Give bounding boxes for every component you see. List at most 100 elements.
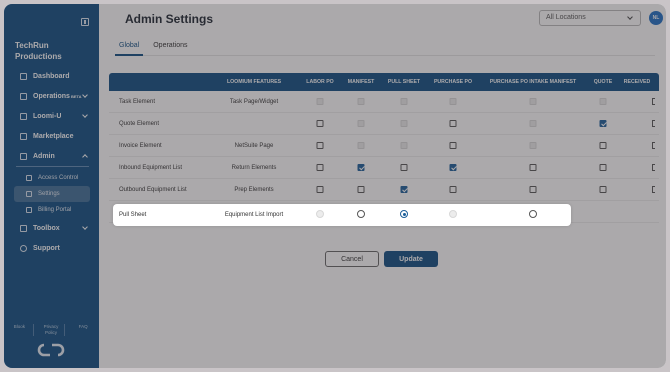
- brand-name: TechRun Productions: [15, 41, 62, 61]
- operations-icon: [20, 92, 27, 100]
- tab-operations[interactable]: Operations: [149, 42, 191, 56]
- row-feature: Prep Elements: [234, 187, 274, 193]
- quote-checkbox[interactable]: [599, 142, 607, 149]
- purchase-po-checkbox: [449, 98, 457, 105]
- manifest-checkbox: [357, 142, 365, 149]
- labor-po-checkbox[interactable]: [316, 164, 324, 171]
- collapse-sidebar-icon[interactable]: [81, 18, 89, 26]
- sidebar-item-toolbox[interactable]: Toolbox: [4, 218, 99, 238]
- pull-sheet-checkbox: [400, 120, 408, 127]
- sidebar-item-access-control[interactable]: Access Control: [4, 170, 90, 186]
- cancel-button[interactable]: Cancel: [325, 251, 379, 267]
- table-header: LOOMIUM FEATURES LABOR PO MANIFEST PULL …: [109, 73, 659, 91]
- row-name: Invoice Element: [119, 143, 162, 149]
- manifest-checkbox[interactable]: [357, 186, 365, 193]
- dashboard-icon: [20, 72, 27, 80]
- row-name: Quote Element: [119, 121, 160, 127]
- sidebar-item-marketplace[interactable]: Marketplace: [4, 126, 99, 146]
- column-header: RECEIVED: [623, 79, 651, 85]
- purchase-po-checkbox[interactable]: [449, 142, 457, 149]
- table-row: Inbound Equipment List Return Elements: [109, 157, 659, 179]
- quote-checkbox[interactable]: [599, 120, 607, 127]
- purchase-po-checkbox[interactable]: [449, 164, 457, 171]
- table-row: Invoice Element NetSuite Page: [109, 135, 659, 157]
- sidebar-item-dashboard[interactable]: Dashboard: [4, 66, 99, 86]
- column-header: MANIFEST: [347, 79, 375, 85]
- intake-manifest-checkbox: [529, 120, 537, 127]
- manifest-checkbox[interactable]: [357, 164, 365, 171]
- sidebar-nav: Dashboard Operations BETA Loomi-U Market…: [4, 66, 99, 258]
- pull-sheet-checkbox[interactable]: [400, 164, 408, 171]
- loomium-logo-icon: [37, 343, 65, 357]
- intake-manifest-checkbox[interactable]: [529, 186, 537, 193]
- location-select[interactable]: All Locations: [539, 10, 641, 26]
- sidebar-item-label: Settings: [38, 191, 60, 197]
- sidebar-item-label: Dashboard: [33, 72, 70, 80]
- beta-badge: BETA: [70, 93, 82, 99]
- highlighted-row-pull-sheet: Pull Sheet Equipment List Import: [113, 204, 571, 226]
- sidebar-item-support[interactable]: Support: [4, 238, 99, 258]
- labor-po-checkbox[interactable]: [316, 120, 324, 127]
- settings-table: LOOMIUM FEATURES LABOR PO MANIFEST PULL …: [109, 73, 659, 223]
- footer-link-privacy[interactable]: Privacy Policy: [37, 324, 66, 336]
- sidebar-item-operations[interactable]: Operations BETA: [4, 86, 99, 106]
- quote-checkbox[interactable]: [599, 164, 607, 171]
- sidebar-item-admin[interactable]: Admin: [4, 146, 99, 166]
- purchase-po-checkbox[interactable]: [449, 186, 457, 193]
- chevron-down-icon: [82, 112, 88, 118]
- row-name: Inbound Equipment List: [119, 165, 183, 171]
- footer-link-faq[interactable]: FAQ: [69, 324, 97, 336]
- billing-icon: [26, 207, 32, 213]
- sidebar-item-billing-portal[interactable]: Billing Portal: [4, 202, 90, 218]
- received-checkbox[interactable]: [652, 142, 655, 149]
- sidebar-item-label: Admin: [33, 152, 55, 160]
- support-icon: [20, 244, 27, 252]
- chevron-down-icon: [82, 92, 88, 98]
- purchase-po-checkbox[interactable]: [449, 120, 457, 127]
- sidebar-item-loomi-u[interactable]: Loomi-U: [4, 106, 99, 126]
- sidebar: TechRun Productions Dashboard Operations…: [4, 4, 99, 368]
- sidebar-item-label: Toolbox: [33, 224, 60, 232]
- footer-link-blook[interactable]: Blook: [6, 324, 34, 336]
- row-name: Outbound Equipment List: [119, 187, 187, 193]
- row-name: Pull Sheet: [119, 212, 147, 218]
- intake-manifest-checkbox: [529, 142, 537, 149]
- divider: [16, 166, 89, 167]
- received-checkbox[interactable]: [652, 98, 655, 105]
- chevron-down-icon: [627, 14, 633, 20]
- labor-po-checkbox[interactable]: [316, 142, 324, 149]
- tab-global[interactable]: Global: [115, 42, 144, 56]
- page-title: Admin Settings: [125, 12, 214, 26]
- intake-manifest-radio[interactable]: [529, 210, 537, 218]
- pull-sheet-checkbox: [400, 98, 408, 105]
- avatar[interactable]: NL: [649, 11, 663, 25]
- manifest-checkbox: [357, 120, 365, 127]
- table-row: Quote Element: [109, 113, 659, 135]
- received-checkbox[interactable]: [652, 186, 655, 193]
- purchase-po-radio: [449, 210, 457, 218]
- labor-po-checkbox[interactable]: [316, 186, 324, 193]
- loomi-u-icon: [20, 112, 27, 120]
- sidebar-item-label: Loomi-U: [33, 112, 62, 120]
- row-feature: Return Elements: [231, 165, 277, 171]
- app-window: TechRun Productions Dashboard Operations…: [4, 4, 666, 368]
- chevron-down-icon: [82, 224, 88, 230]
- pull-sheet-checkbox[interactable]: [400, 186, 408, 193]
- manifest-radio[interactable]: [357, 210, 365, 218]
- settings-icon: [26, 191, 32, 197]
- received-checkbox[interactable]: [652, 120, 655, 127]
- column-header: PULL SHEET: [387, 79, 421, 85]
- row-feature: NetSuite Page: [234, 143, 274, 149]
- update-button[interactable]: Update: [384, 251, 438, 267]
- pull-sheet-radio[interactable]: [400, 210, 408, 218]
- quote-checkbox[interactable]: [599, 186, 607, 193]
- table-row: Task Element Task Page/Widget: [109, 91, 659, 113]
- row-feature: Task Page/Widget: [229, 99, 279, 105]
- sidebar-item-settings[interactable]: Settings: [14, 186, 90, 202]
- intake-manifest-checkbox[interactable]: [529, 164, 537, 171]
- main-content: Admin Settings All Locations NL Global O…: [99, 4, 666, 368]
- footer-links: Blook Privacy Policy FAQ: [4, 324, 99, 336]
- row-feature: Equipment List Import: [224, 212, 284, 218]
- received-checkbox[interactable]: [652, 164, 655, 171]
- access-control-icon: [26, 175, 32, 181]
